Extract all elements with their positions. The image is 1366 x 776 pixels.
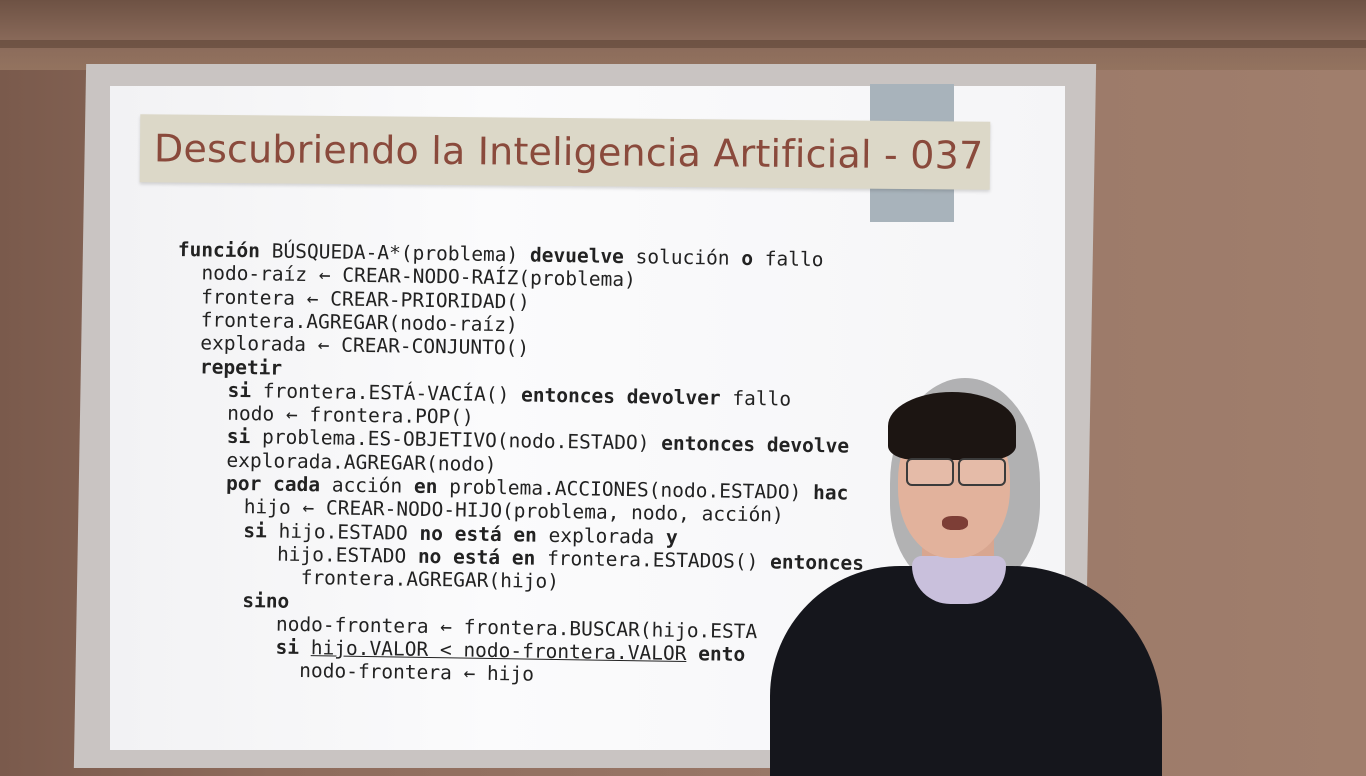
presenter-hair — [888, 392, 1016, 460]
code-token: devuelve — [529, 243, 625, 269]
code-token: función — [177, 238, 261, 263]
code-token: hijo.ESTADO — [276, 542, 419, 568]
presenter-mouth — [942, 516, 968, 530]
code-token: frontera.ESTADOS() — [535, 546, 771, 574]
code-token: nodo ← frontera.POP() — [227, 401, 474, 429]
code-line: sino — [242, 589, 289, 613]
code-token: solución — [623, 245, 742, 270]
code-token: acción — [319, 473, 415, 498]
code-token: nodo-frontera ← hijo — [299, 659, 535, 687]
code-token: fallo — [720, 386, 792, 411]
code-token: o — [741, 246, 754, 271]
wall-top — [0, 0, 1366, 70]
code-line: frontera.AGREGAR(hijo) — [300, 566, 559, 593]
code-token: ento — [698, 642, 746, 667]
code-token: frontera.AGREGAR(hijo) — [300, 566, 560, 594]
code-token: fallo — [752, 247, 824, 272]
code-token: hac — [812, 481, 849, 505]
code-token: si — [243, 518, 268, 543]
code-token: repetir — [199, 354, 283, 380]
code-line: nodo ← frontera.POP() — [227, 402, 474, 429]
code-line: repetir — [200, 355, 283, 379]
ceiling-molding — [0, 40, 1366, 48]
code-token: si — [226, 425, 251, 449]
slide-title-bar: Descubriendo la Inteligencia Artificial … — [139, 114, 991, 190]
code-line: nodo-frontera ← hijo — [299, 659, 534, 686]
code-token: entonces devolver — [520, 383, 721, 410]
code-token: entonces devolve — [661, 432, 850, 458]
slide-title: Descubriendo la Inteligencia Artificial … — [153, 126, 984, 178]
code-token: no está en — [419, 521, 538, 547]
code-token: si — [275, 635, 300, 660]
code-token: y — [665, 525, 678, 549]
code-token: explorada — [536, 523, 667, 549]
code-token: por cada — [225, 471, 321, 497]
glasses-icon — [904, 458, 1006, 486]
code-token: en — [413, 474, 438, 499]
code-token: no está en — [417, 544, 536, 570]
code-token: sino — [242, 588, 290, 613]
code-token: si — [227, 378, 252, 402]
code-token: entonces — [769, 550, 865, 575]
code-token: hijo.ESTADO — [266, 519, 420, 545]
